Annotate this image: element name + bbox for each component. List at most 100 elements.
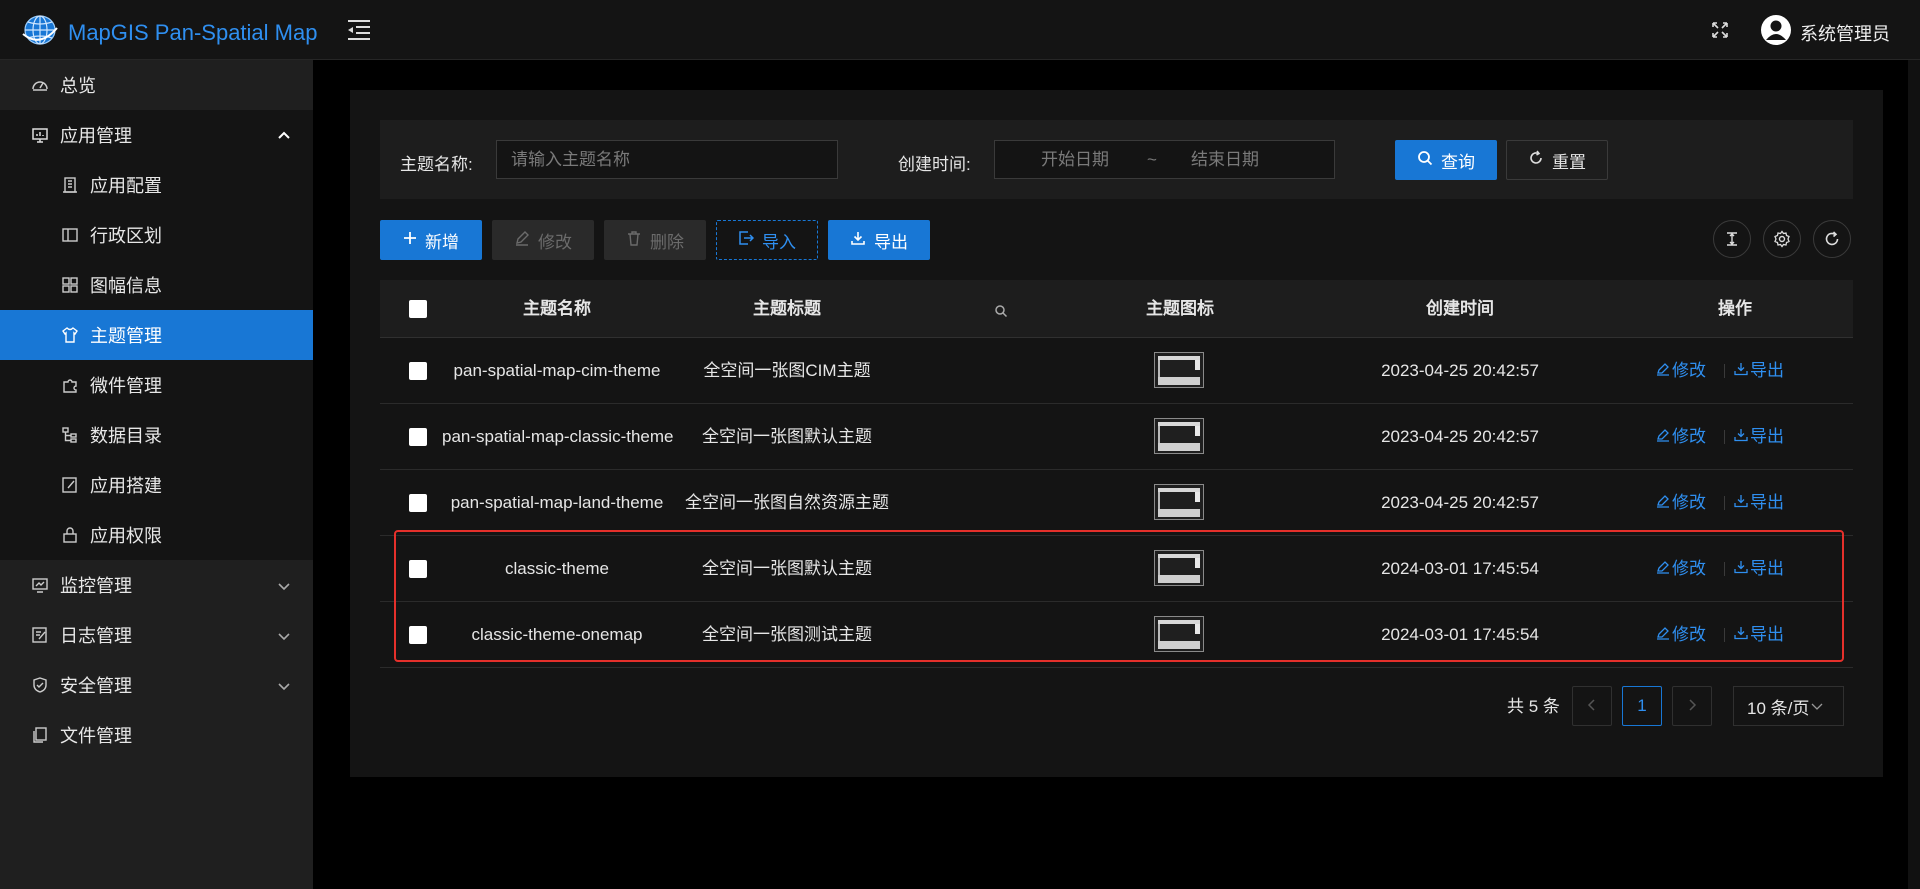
- action-divider: [1724, 496, 1725, 510]
- download-icon: [1734, 536, 1750, 602]
- row-edit-link[interactable]: 修改: [1656, 404, 1706, 470]
- page-size-value: 10 条/页: [1747, 698, 1810, 718]
- theme-name-input[interactable]: 请输入主题名称: [496, 140, 838, 179]
- sidebar-item-overview[interactable]: 总览: [0, 60, 313, 110]
- cell-theme-title: 全空间一张图CIM主题: [703, 361, 871, 380]
- row-checkbox[interactable]: [409, 428, 427, 446]
- add-button[interactable]: 新增: [380, 220, 482, 260]
- page-size-select[interactable]: 10 条/页: [1733, 686, 1844, 726]
- sidebar-item-security-management[interactable]: 安全管理: [0, 660, 313, 710]
- cell-theme-title: 全空间一张图默认主题: [702, 559, 872, 578]
- row-edit-link[interactable]: 修改: [1656, 536, 1706, 602]
- edit-icon: [1656, 536, 1672, 602]
- sidebar-item-map-sheet[interactable]: 图幅信息: [0, 260, 313, 310]
- action-divider: [1724, 628, 1725, 642]
- row-checkbox[interactable]: [409, 560, 427, 578]
- sidebar-item-app-permission[interactable]: 应用权限: [0, 510, 313, 560]
- fullscreen-icon[interactable]: [1711, 21, 1729, 44]
- pagination-total: 共 5 条: [1507, 697, 1560, 716]
- date-range-picker[interactable]: 开始日期 ~ 结束日期: [994, 140, 1335, 179]
- cell-created-time: 2023-04-25 20:42:57: [1381, 427, 1539, 446]
- sidebar-item-widget-management[interactable]: 微件管理: [0, 360, 313, 410]
- sidebar-item-app-management[interactable]: 应用管理: [0, 110, 313, 160]
- column-header-created-time: 创建时间: [1426, 299, 1494, 318]
- sidebar-item-monitor-management[interactable]: 监控管理: [0, 560, 313, 610]
- cell-theme-name: pan-spatial-map-cim-theme: [453, 361, 661, 380]
- row-edit-link[interactable]: 修改: [1656, 338, 1706, 404]
- row-export-link[interactable]: 导出: [1734, 470, 1784, 536]
- shirt-icon: [60, 325, 80, 345]
- reload-icon: [1528, 150, 1552, 171]
- row-edit-label: 修改: [1672, 361, 1706, 380]
- column-header-actions: 操作: [1718, 299, 1752, 318]
- query-button[interactable]: 查询: [1395, 140, 1497, 180]
- sidebar-item-label: 图幅信息: [90, 276, 162, 296]
- row-checkbox[interactable]: [409, 362, 427, 380]
- edit-icon: [1656, 470, 1672, 536]
- search-icon: [1417, 150, 1441, 171]
- sidebar-item-label: 安全管理: [60, 676, 132, 696]
- sidebar-item-data-catalog[interactable]: 数据目录: [0, 410, 313, 460]
- sidebar-item-admin-division[interactable]: 行政区划: [0, 210, 313, 260]
- plus-icon: [403, 230, 425, 250]
- chevron-right-icon: [1687, 696, 1697, 716]
- sidebar-item-app-build[interactable]: 应用搭建: [0, 460, 313, 510]
- select-all-checkbox[interactable]: [409, 300, 427, 318]
- delete-button-label: 删除: [650, 232, 684, 252]
- next-page-button[interactable]: [1672, 686, 1712, 726]
- main-panel: 主题名称: 请输入主题名称 创建时间: 开始日期 ~ 结束日期 查询 重置 新增…: [350, 90, 1883, 777]
- create-time-label: 创建时间:: [898, 155, 971, 174]
- dashboard-icon: [30, 75, 50, 95]
- lock-icon: [60, 525, 80, 545]
- sidebar-item-theme-management[interactable]: 主题管理: [0, 310, 313, 360]
- download-icon: [1734, 338, 1750, 404]
- range-separator: ~: [1147, 150, 1157, 169]
- theme-thumbnail: [1154, 352, 1204, 388]
- row-export-link[interactable]: 导出: [1734, 338, 1784, 404]
- sidebar-item-log-management[interactable]: 日志管理: [0, 610, 313, 660]
- edit-button[interactable]: 修改: [492, 220, 594, 260]
- theme-thumbnail: [1154, 484, 1204, 520]
- row-export-label: 导出: [1750, 427, 1784, 446]
- page-number-current[interactable]: 1: [1622, 686, 1662, 726]
- reset-button[interactable]: 重置: [1506, 140, 1608, 180]
- cell-theme-name: pan-spatial-map-classic-theme: [442, 427, 674, 446]
- download-icon: [1734, 404, 1750, 470]
- start-date-input[interactable]: 开始日期: [1041, 141, 1109, 178]
- sidebar-item-app-config[interactable]: 应用配置: [0, 160, 313, 210]
- menu-fold-icon[interactable]: [346, 18, 372, 47]
- row-edit-label: 修改: [1672, 493, 1706, 512]
- export-button[interactable]: 导出: [828, 220, 930, 260]
- prev-page-button[interactable]: [1572, 686, 1612, 726]
- row-edit-link[interactable]: 修改: [1656, 602, 1706, 668]
- row-export-link[interactable]: 导出: [1734, 536, 1784, 602]
- top-header: MapGIS Pan-Spatial Map 系统管理员: [0, 0, 1920, 60]
- column-search-icon[interactable]: [994, 302, 1008, 323]
- sidebar-item-label: 应用管理: [60, 126, 132, 146]
- sidebar-item-label: 数据目录: [90, 426, 162, 446]
- sidebar-item-file-management[interactable]: 文件管理: [0, 710, 313, 760]
- shield-icon: [30, 675, 50, 695]
- refresh-icon[interactable]: [1813, 220, 1851, 258]
- theme-thumbnail: [1154, 616, 1204, 652]
- row-export-link[interactable]: 导出: [1734, 404, 1784, 470]
- setting-icon[interactable]: [1763, 220, 1801, 258]
- row-edit-link[interactable]: 修改: [1656, 470, 1706, 536]
- column-height-icon[interactable]: [1713, 220, 1751, 258]
- sidebar-item-label: 主题管理: [90, 326, 162, 346]
- row-export-link[interactable]: 导出: [1734, 602, 1784, 668]
- sidebar-item-label: 日志管理: [60, 626, 132, 646]
- row-checkbox[interactable]: [409, 494, 427, 512]
- user-menu[interactable]: 系统管理员: [1760, 14, 1890, 51]
- column-header-theme-icon: 主题图标: [1146, 299, 1214, 318]
- sidebar-item-label: 应用搭建: [90, 476, 162, 496]
- table-row: pan-spatial-map-classic-theme 全空间一张图默认主题…: [380, 404, 1853, 470]
- fund-icon: [30, 575, 50, 595]
- row-checkbox[interactable]: [409, 626, 427, 644]
- app-logo[interactable]: MapGIS Pan-Spatial Map: [22, 14, 317, 51]
- delete-button[interactable]: 删除: [604, 220, 706, 260]
- end-date-input[interactable]: 结束日期: [1191, 141, 1259, 178]
- page-scrollbar[interactable]: [1908, 60, 1920, 889]
- table-row: classic-theme-onemap 全空间一张图测试主题 2024-03-…: [380, 602, 1853, 668]
- import-button[interactable]: 导入: [716, 220, 818, 260]
